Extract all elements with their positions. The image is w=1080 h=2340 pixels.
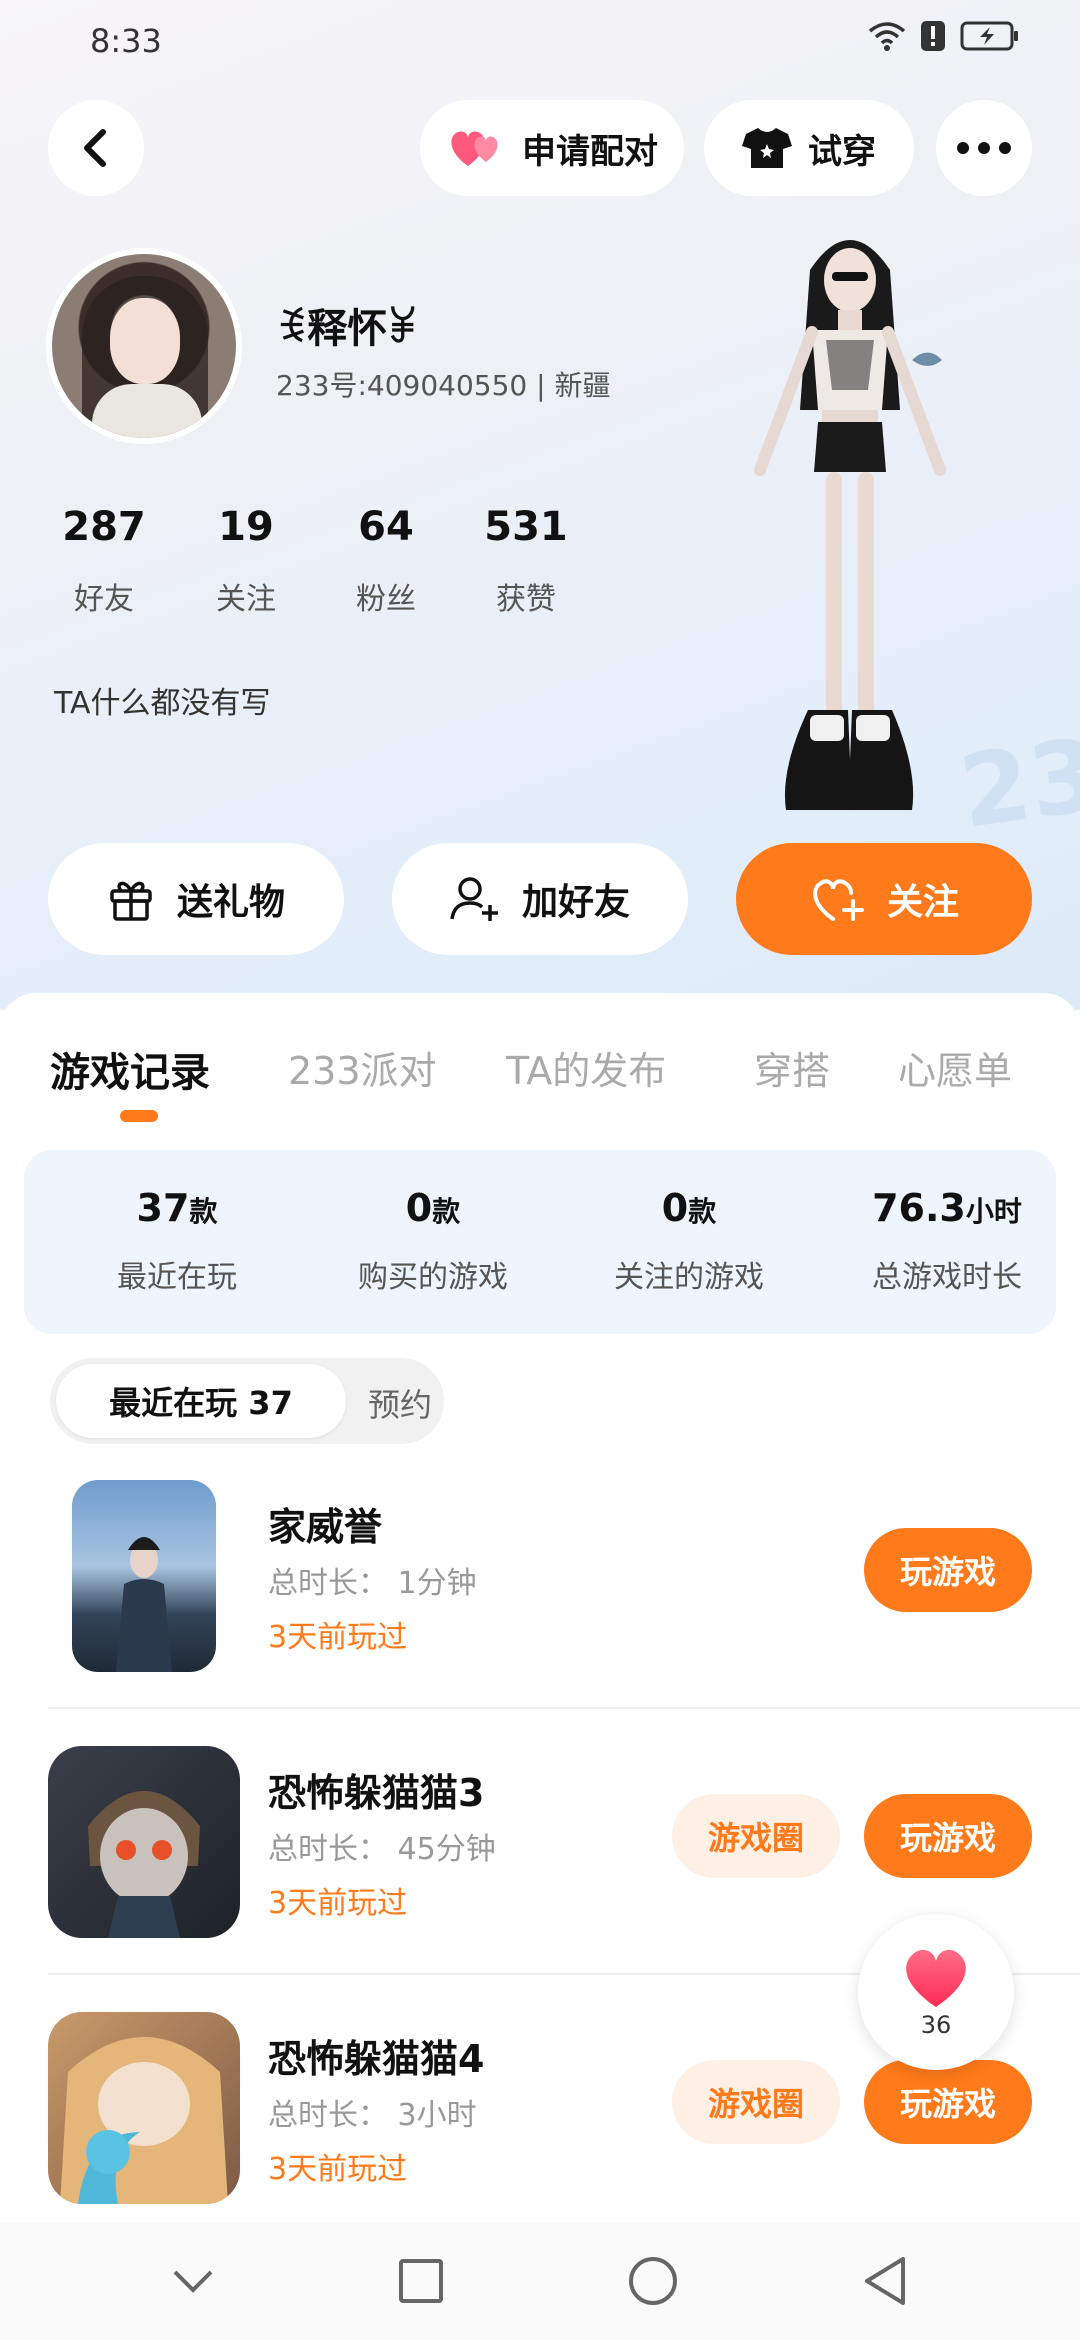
segment-recent[interactable]: 最近在玩 37 [56,1364,346,1438]
summary-total-time-value: 76.3 [872,1186,966,1230]
try-on-button[interactable]: 试穿 [704,100,914,196]
follow-label: 关注 [886,882,959,923]
home-icon[interactable] [627,2255,679,2307]
send-gift-label: 送礼物 [176,882,285,923]
tshirt-icon [742,128,792,168]
chevron-down-icon[interactable] [171,2266,215,2296]
game-duration: 总时长： 3小时 [268,2098,477,2133]
summary-total-time-label: 总游戏时长 [872,1260,1022,1295]
add-friend-label: 加好友 [521,882,630,923]
status-icons [868,20,1020,52]
summary-followed-value: 0 [661,1186,689,1230]
following-label: 关注 [216,582,276,617]
system-navigation-bar [0,2222,1080,2340]
tab-ta-posts[interactable]: TA的发布 [506,1040,666,1095]
divider [48,1707,1080,1709]
friends-label: 好友 [74,582,134,617]
avatar-character[interactable] [740,210,960,850]
apply-match-label: 申请配对 [522,131,658,172]
follow-button[interactable]: 关注 [736,843,1032,955]
play-game-button[interactable]: 玩游戏 [864,1794,1032,1878]
game-circle-button[interactable]: 游戏圈 [672,1794,840,1878]
summary-purchased[interactable]: 0款 购买的游戏 [308,1186,558,1296]
game-duration: 总时长： 1分钟 [268,1566,477,1601]
game-last-played: 3天前玩过 [268,1886,408,1921]
summary-recent-label: 最近在玩 [117,1260,237,1295]
like-count: 36 [920,2011,952,2039]
summary-recent[interactable]: 37款 最近在玩 [52,1186,302,1296]
game-thumbnail[interactable] [72,1480,216,1672]
summary-followed-label: 关注的游戏 [614,1260,764,1295]
apply-match-button[interactable]: 申请配对 [420,100,684,196]
summary-total-time-unit: 小时 [965,1195,1022,1228]
more-button[interactable] [936,100,1032,196]
double-heart-icon [451,131,498,166]
gift-icon [110,881,152,921]
chevron-left-icon [84,129,106,167]
summary-followed-unit: 款 [688,1195,717,1228]
following-count[interactable]: 19 [186,504,306,550]
game-thumbnail[interactable] [48,1746,240,1938]
heart-icon [906,1949,966,2007]
heart-plus-icon [813,879,864,921]
summary-total-time: 76.3小时 总游戏时长 [822,1186,1072,1296]
game-name: 恐怖躲猫猫3 [268,1771,485,1815]
game-duration: 总时长： 45分钟 [268,1832,496,1867]
tab-233-party[interactable]: 233派对 [288,1040,437,1095]
likes-count: 531 [484,504,568,550]
active-tab-indicator [120,1110,158,1122]
alert-icon [921,21,945,51]
battery-charging-icon [960,21,1018,51]
game-name: 家威誉 [268,1505,383,1549]
game-name: 恐怖躲猫猫4 [268,2037,485,2081]
friends-count[interactable]: 287 [44,504,164,550]
game-circle-button[interactable]: 游戏圈 [672,2060,840,2144]
add-friend-button[interactable]: 加好友 [392,843,688,955]
tab-game-records[interactable]: 游戏记录 [50,1040,210,1098]
back-button[interactable] [48,100,144,196]
back-triangle-icon[interactable] [861,2255,909,2307]
recent-apps-icon[interactable] [397,2257,445,2305]
game-thumbnail[interactable] [48,2012,240,2204]
game-last-played: 3天前玩过 [268,1620,408,1655]
try-on-label: 试穿 [808,131,876,172]
likes-label: 获赞 [496,582,556,617]
user-avatar[interactable] [46,248,242,444]
game-last-played: 3天前玩过 [268,2152,408,2187]
summary-recent-value: 37 [136,1186,190,1230]
fans-label: 粉丝 [356,582,416,617]
user-bio: TA什么都没有写 [54,686,271,721]
add-user-icon [450,877,498,921]
more-dots-icon [957,142,1011,154]
username: ꉂ释怀ꉃ [276,306,419,352]
game-thumbnail-art [60,2037,228,2204]
user-id-location: 233号:409040550 | 新疆 [276,369,611,402]
like-float-button[interactable]: 36 [858,1914,1014,2070]
play-game-button[interactable]: 玩游戏 [864,1528,1032,1612]
status-time: 8:33 [90,22,162,60]
send-gift-button[interactable]: 送礼物 [48,843,344,955]
summary-recent-unit: 款 [189,1195,218,1228]
game-thumbnail-art [116,1537,172,1672]
game-summary: 37款 最近在玩 0款 购买的游戏 0款 关注的游戏 76.3小时 总游戏时长 [24,1150,1056,1334]
fans-count[interactable]: 64 [326,504,446,550]
status-bar: 8:33 [0,0,1080,80]
wifi-icon [868,22,906,51]
play-game-button[interactable]: 玩游戏 [864,2060,1032,2144]
game-thumbnail-art [88,1791,200,1938]
summary-purchased-unit: 款 [432,1195,461,1228]
game-item[interactable]: 家威誉 总时长： 1分钟 3天前玩过 玩游戏 [0,1466,1080,1732]
summary-purchased-value: 0 [405,1186,433,1230]
summary-followed[interactable]: 0款 关注的游戏 [564,1186,814,1296]
segment-reserve[interactable]: 预约 [368,1380,432,1426]
recent-reserve-segment: 最近在玩 37 预约 [50,1358,444,1444]
summary-purchased-label: 购买的游戏 [358,1260,508,1295]
tab-wishlist[interactable]: 心愿单 [898,1040,1012,1095]
tab-outfits[interactable]: 穿搭 [754,1040,830,1095]
